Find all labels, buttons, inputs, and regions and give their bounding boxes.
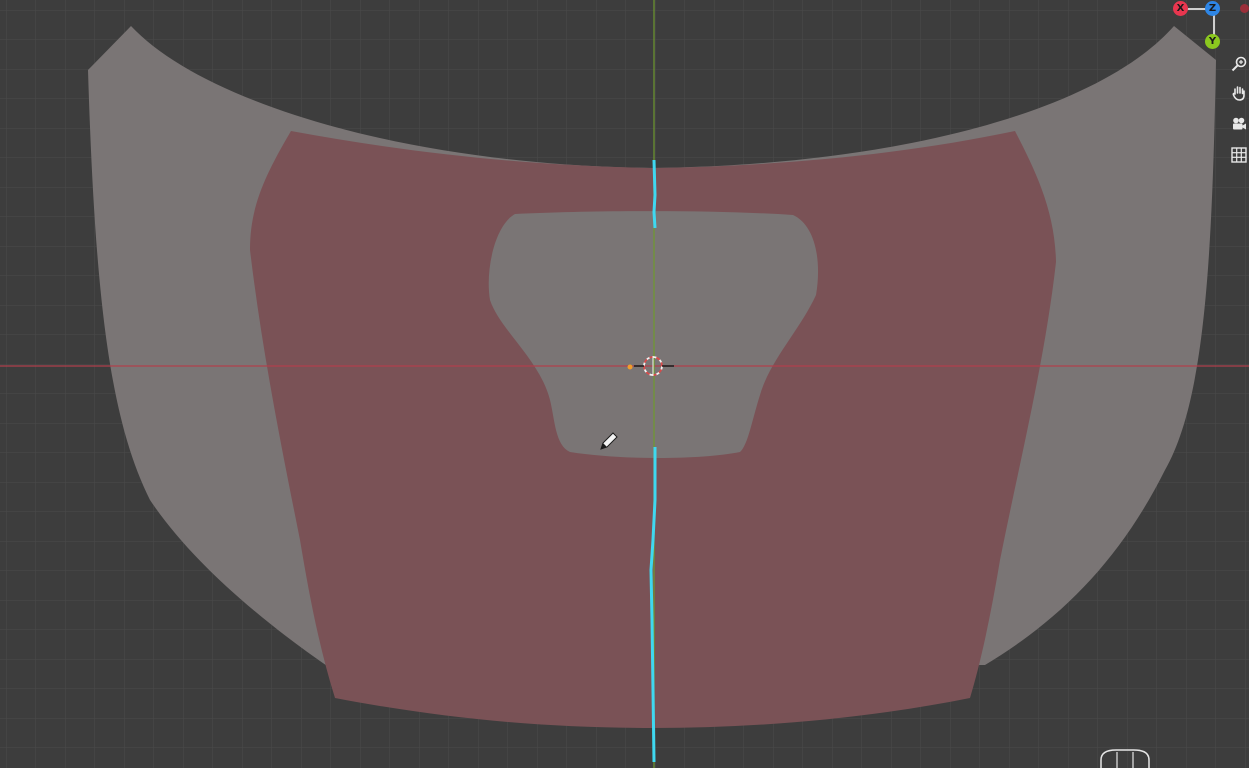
perspective-toggle-button[interactable] [1229,143,1249,167]
camera-icon [1233,117,1246,130]
pan-button[interactable] [1229,81,1249,105]
grid-icon [1231,147,1247,163]
zoom-button[interactable] [1229,52,1249,76]
gizmo-y-axis[interactable]: Y [1205,34,1220,49]
origin-dot [627,364,633,370]
viewport-canvas[interactable] [0,0,1249,768]
3d-viewport[interactable]: X Z Y [0,0,1249,768]
gizmo-z-axis[interactable]: Z [1205,1,1220,16]
camera-view-button[interactable] [1229,112,1249,136]
hand-pan-icon [1232,86,1245,101]
gizmo-x-axis[interactable]: X [1173,1,1188,16]
navigation-gizmo[interactable]: X Z Y [1168,0,1238,52]
gizmo-y-line [1213,15,1215,35]
zoom-icon [1231,56,1247,72]
seam-edge-upper[interactable] [652,159,657,229]
gizmo-negative-axis[interactable] [1240,4,1249,13]
